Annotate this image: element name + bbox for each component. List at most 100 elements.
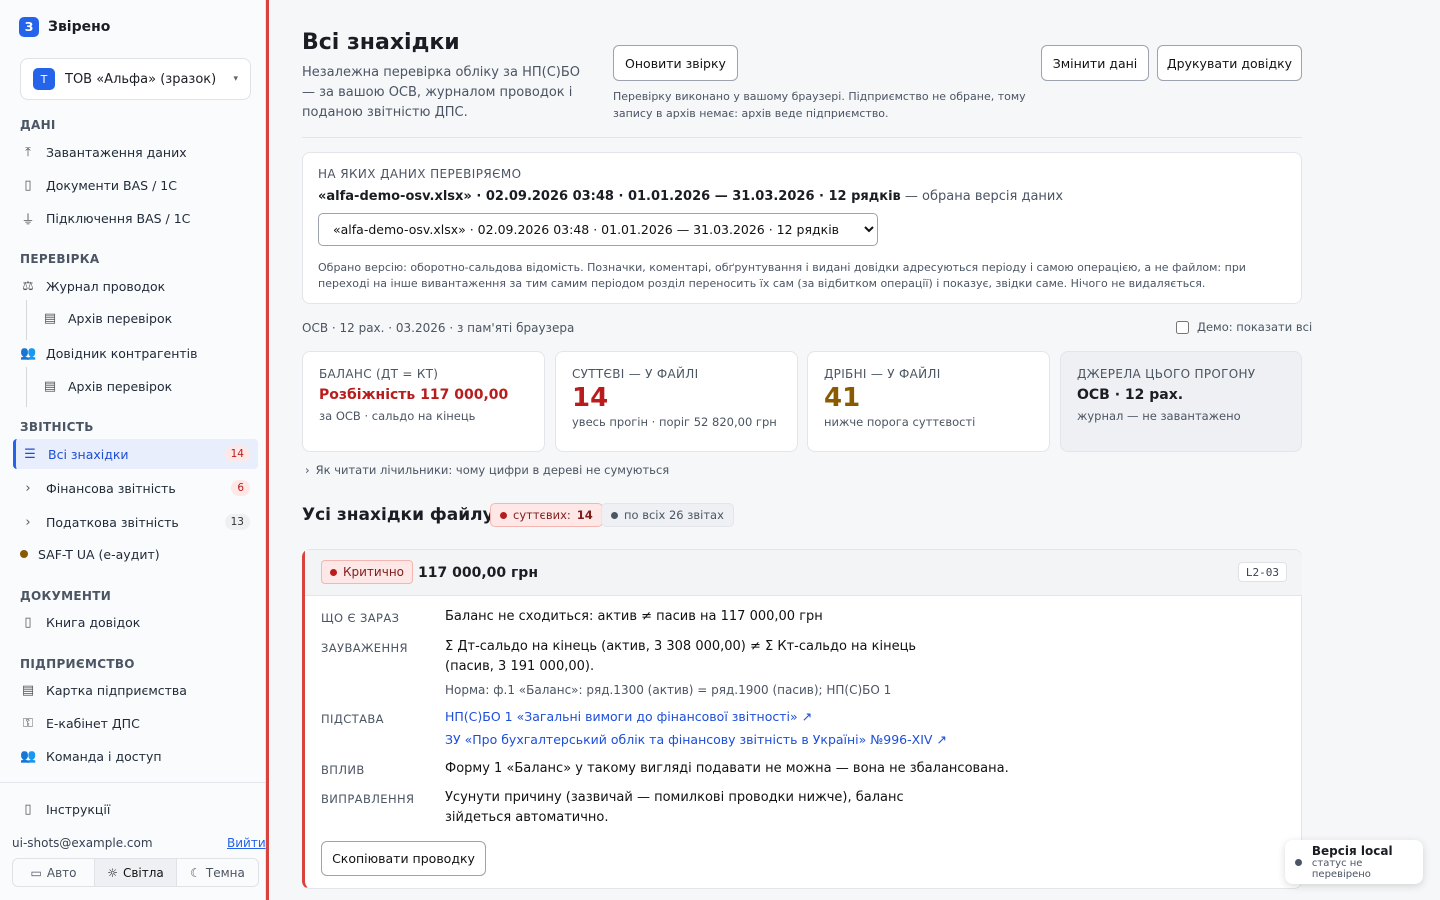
sidebar-item-label: Фінансова звітність xyxy=(46,480,176,496)
demo-toggle[interactable]: Демо: показати всі xyxy=(1176,320,1312,334)
print-button[interactable]: Друкувати довідку xyxy=(1157,45,1302,81)
chevron-right-icon: › xyxy=(25,514,31,530)
sidebar-item-archive-contractors[interactable]: ▤ Архів перевірок xyxy=(42,372,258,400)
status-dot-icon xyxy=(20,550,28,558)
chip-label: суттєвих: xyxy=(513,508,571,522)
moon-icon: ☾ xyxy=(190,865,201,880)
severity-badge: Критично xyxy=(321,560,414,584)
dataset-card: НА ЯКИХ ДАНИХ ПЕРЕВІРЯЄМО «alfa-demo-osv… xyxy=(302,152,1302,304)
howto-label: Як читати лічильники: чому цифри в дерев… xyxy=(315,463,670,477)
count-badge: 6 xyxy=(231,480,250,496)
toast-text: Версія local статус не перевірено xyxy=(1312,844,1423,880)
demo-label: Демо: показати всі xyxy=(1197,320,1313,334)
dataset-description: Обрано версію: оборотно-сальдова відоміс… xyxy=(318,261,1246,290)
section-docs: ДОКУМЕНТИ xyxy=(20,589,112,603)
sidebar-item-label: Довідник контрагентів xyxy=(46,345,198,361)
key-basis: ПІДСТАВА xyxy=(321,712,384,726)
status-dot-icon xyxy=(1295,858,1302,866)
sidebar-item-label: Архів перевірок xyxy=(68,378,173,394)
chevron-right-icon: › xyxy=(25,480,31,496)
stat-title: СУТТЄВІ — У ФАЙЛІ xyxy=(572,367,699,381)
howto-disclosure[interactable]: › Як читати лічильники: чому цифри в дере… xyxy=(305,463,669,477)
chip-count: 14 xyxy=(576,508,593,522)
list-icon: ☰ xyxy=(24,446,36,462)
version-toast[interactable]: Версія local статус не перевірено xyxy=(1285,840,1423,884)
brand[interactable]: З Звірено xyxy=(19,17,110,37)
org-selector[interactable]: Т ТОВ «Альфа» (зразок) ▾ xyxy=(20,58,251,100)
all-reports-chip[interactable]: по всіх 26 звітах xyxy=(601,503,734,527)
page-title: Всі знахідки xyxy=(302,30,460,55)
dataset-label: НА ЯКИХ ДАНИХ ПЕРЕВІРЯЄМО xyxy=(318,167,522,181)
sidebar-item-book[interactable]: ▯ Книга довідок xyxy=(20,608,258,636)
sidebar-item-instructions[interactable]: ▯ Інструкції xyxy=(20,795,258,823)
stat-value: ОСВ · 12 рах. xyxy=(1077,387,1184,403)
theme-auto[interactable]: ▭ Авто xyxy=(13,859,94,886)
logout-link[interactable]: Вийти xyxy=(227,836,266,850)
dataset-select[interactable]: «alfa-demo-osv.xlsx» · 02.09.2026 03:48 … xyxy=(318,213,878,246)
sidebar-item-fin-report[interactable]: › Фінансова звітність 6 xyxy=(20,474,258,502)
stat-balance: БАЛАНС (ДТ = КТ) Розбіжність 117 000,00 … xyxy=(302,351,545,452)
sidebar-item-label: Е-кабінет ДПС xyxy=(46,715,140,731)
stat-material: СУТТЄВІ — У ФАЙЛІ 14 увесь прогін · порі… xyxy=(555,351,798,452)
divider xyxy=(302,137,1302,138)
theme-light[interactable]: ☼ Світла xyxy=(94,859,177,886)
sidebar-item-label: Інструкції xyxy=(46,801,111,817)
stat-value: 14 xyxy=(572,383,609,413)
key-impact: ВПЛИВ xyxy=(321,763,365,777)
stat-sources: ДЖЕРЕЛА ЦЬОГО ПРОГОНУ ОСВ · 12 рах. журн… xyxy=(1060,351,1302,452)
toast-title: Версія local xyxy=(1311,844,1393,858)
source-meta: ОСВ · 12 рах. · 03.2026 · з пам'яті брау… xyxy=(302,321,575,335)
stat-sub: за ОСВ · сальдо на кінець xyxy=(319,409,476,423)
monitor-icon: ▭ xyxy=(30,865,42,880)
sidebar-item-tax-report[interactable]: › Податкова звітність 13 xyxy=(20,508,258,536)
divider xyxy=(0,782,266,783)
theme-dark[interactable]: ☾ Темна xyxy=(177,859,258,886)
book-icon: ▯ xyxy=(24,801,32,817)
theme-auto-label: Авто xyxy=(46,865,77,880)
status-dot-icon xyxy=(330,568,337,576)
tree-line xyxy=(26,300,27,340)
sidebar-item-bas-connection[interactable]: ⏚ Підключення BAS / 1С xyxy=(20,204,258,232)
key-remark: ЗАУВАЖЕННЯ xyxy=(321,641,408,655)
chevron-right-icon: › xyxy=(305,463,310,477)
value-norm: Норма: ф.1 «Баланс»: ряд.1300 (актив) = … xyxy=(445,683,892,697)
archive-icon: ▤ xyxy=(43,378,57,394)
sidebar-item-all-findings[interactable]: ☰ Всі знахідки 14 xyxy=(13,439,258,469)
basis-link-law[interactable]: ЗУ «Про бухгалтерський облік та фінансов… xyxy=(445,730,947,750)
value-now: Баланс не сходиться: актив ≠ пасив на 11… xyxy=(445,609,823,624)
app-name: Звірено xyxy=(48,19,111,35)
sidebar-item-contractors[interactable]: 👥 Довідник контрагентів xyxy=(20,339,258,367)
sidebar-item-bas-docs[interactable]: ▯ Документи BAS / 1С xyxy=(20,171,258,199)
stat-value: Розбіжність 117 000,00 xyxy=(319,387,509,403)
stat-title: ДЖЕРЕЛА ЦЬОГО ПРОГОНУ xyxy=(1077,367,1256,381)
refresh-button[interactable]: Оновити звірку xyxy=(613,45,738,81)
sidebar-item-archive-journal[interactable]: ▤ Архів перевірок xyxy=(42,304,258,332)
stat-title: ДРІБНІ — У ФАЙЛІ xyxy=(824,367,941,381)
copy-entry-button[interactable]: Скопіювати проводку xyxy=(321,841,486,876)
change-data-button[interactable]: Змінити дані xyxy=(1041,45,1149,81)
key-now: ЩО Є ЗАРАЗ xyxy=(321,611,400,625)
user-email: ui-shots@example.com xyxy=(12,836,153,850)
stat-sub: нижче порога суттєвості xyxy=(824,415,976,429)
sidebar-item-card[interactable]: ▤ Картка підприємства xyxy=(20,676,258,704)
section-enterprise: ПІДПРИЄМСТВО xyxy=(20,657,135,671)
sidebar-item-cabinet[interactable]: ⚿ Е-кабінет ДПС xyxy=(20,709,258,737)
dataset-current: «alfa-demo-osv.xlsx» · 02.09.2026 03:48 … xyxy=(318,189,1063,204)
sidebar-item-journal[interactable]: ⚖ Журнал проводок xyxy=(20,272,258,300)
value-fix: Усунути причину (зазвичай — помилкові пр… xyxy=(445,790,904,825)
basis-link-npsbo[interactable]: НП(С)БО 1 «Загальні вимоги до фінансової… xyxy=(445,707,812,727)
sidebar-item-saft[interactable]: SAF-T UA (е-аудит) xyxy=(20,540,258,568)
key-fix: ВИПРАВЛЕННЯ xyxy=(321,792,415,806)
theme-dark-label: Темна xyxy=(205,865,245,880)
sidebar-item-upload[interactable]: ⤒ Завантаження даних xyxy=(20,138,258,166)
sidebar-item-label: Картка підприємства xyxy=(46,682,187,698)
archive-icon: ▤ xyxy=(43,310,57,326)
sidebar-item-team[interactable]: 👥 Команда і доступ xyxy=(20,742,258,770)
sidebar-item-label: Завантаження даних xyxy=(46,144,187,160)
value-remark: Σ Дт-сальдо на кінець (актив, 3 308 000,… xyxy=(445,639,917,674)
theme-switcher: ▭ Авто ☼ Світла ☾ Темна xyxy=(12,858,259,887)
material-chip[interactable]: суттєвих: 14 xyxy=(490,503,603,527)
browser-note: Перевірку виконано у вашому браузері. Пі… xyxy=(613,90,1026,120)
demo-checkbox[interactable] xyxy=(1176,320,1189,334)
status-dot-icon xyxy=(500,511,507,519)
